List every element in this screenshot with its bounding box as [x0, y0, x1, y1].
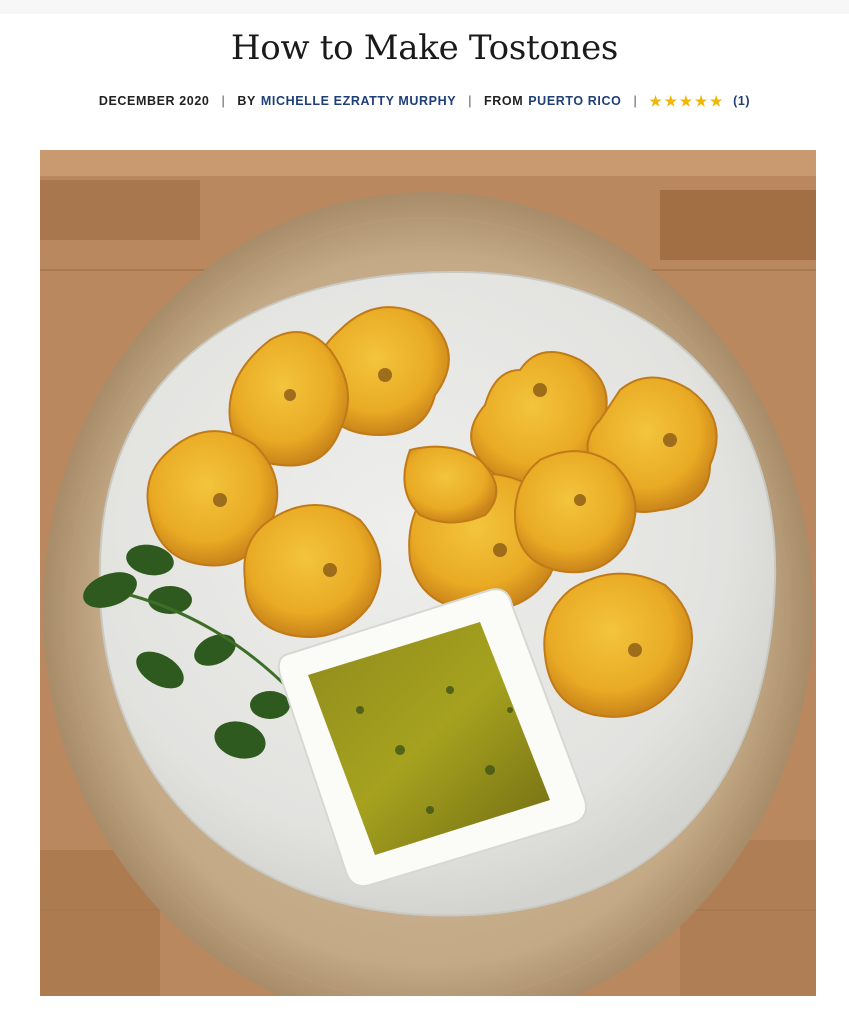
publish-date: DECEMBER 2020 [98, 94, 210, 108]
rating-count-link[interactable]: (1) [733, 94, 750, 108]
by-prefix: BY [237, 94, 256, 108]
author-link[interactable]: MICHELLE EZRATTY MURPHY [261, 94, 456, 108]
rating-stars[interactable]: ★ ★ ★ ★ ★ [649, 94, 723, 108]
from-prefix: FROM [484, 94, 524, 108]
star-icon: ★ [649, 93, 663, 109]
meta-separator: | [221, 94, 226, 108]
star-icon: ★ [664, 93, 678, 109]
star-icon: ★ [709, 93, 724, 109]
page-title: How to Make Tostones [230, 28, 619, 68]
star-icon: ★ [694, 93, 708, 109]
top-strip [0, 0, 849, 14]
meta-separator: | [468, 94, 473, 108]
meta-separator: | [633, 94, 638, 108]
star-icon: ★ [679, 93, 693, 109]
article-meta: DECEMBER 2020 | BY MICHELLE EZRATTY MURP… [0, 94, 849, 108]
recipe-photo [40, 150, 816, 996]
origin-link[interactable]: PUERTO RICO [528, 94, 621, 108]
